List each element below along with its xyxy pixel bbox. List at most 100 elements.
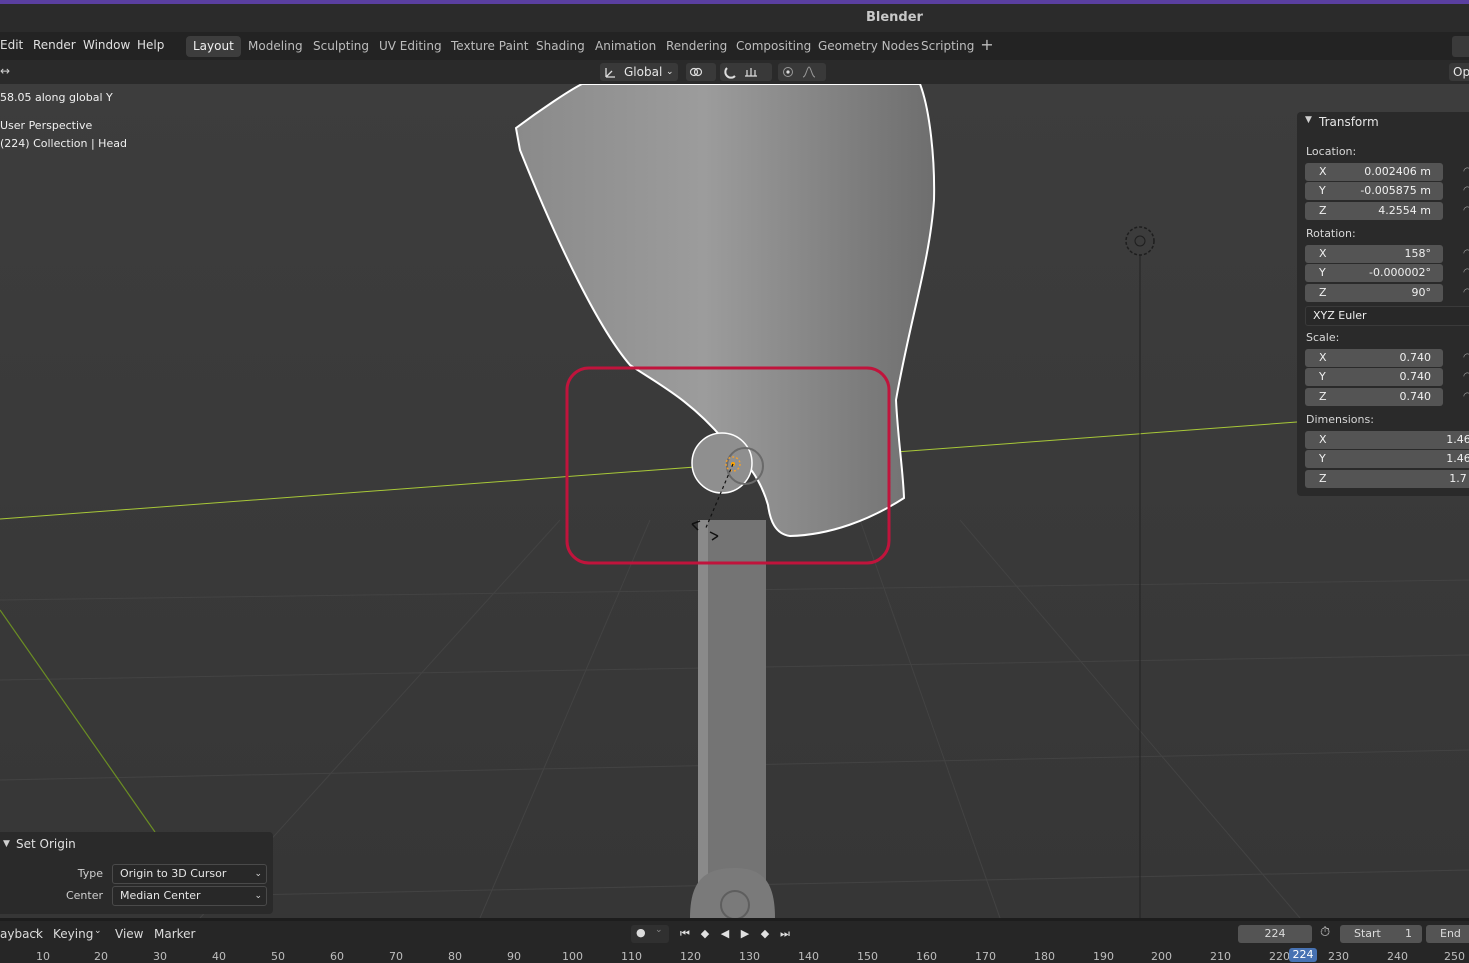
dimensions-y-field[interactable]: Y1.46 m <box>1305 450 1469 468</box>
lock-icon[interactable]: ◠ <box>1463 185 1469 196</box>
options-button[interactable]: Op <box>1449 63 1469 81</box>
end-label: End <box>1440 927 1461 940</box>
type-label: Type <box>77 867 103 880</box>
lock-icon[interactable]: ◠ <box>1463 352 1469 363</box>
chevron-down-icon: ⌄ <box>94 926 102 936</box>
chevron-down-icon: ⌄ <box>33 926 41 936</box>
previous-keyframe-icon[interactable]: ◆ <box>697 926 713 942</box>
play-reverse-icon[interactable]: ◀ <box>717 926 733 942</box>
tab-scripting[interactable]: Scripting <box>914 36 981 57</box>
ruler-tick: 220 <box>1269 950 1290 963</box>
scale-x-value: 0.740 <box>1399 351 1432 364</box>
collapse-triangle-icon[interactable]: ▼ <box>1305 115 1312 125</box>
rotation-x-value: 158° <box>1404 247 1432 260</box>
tab-shading[interactable]: Shading <box>529 36 592 57</box>
lock-icon[interactable]: ◠ <box>1463 248 1469 259</box>
play-icon[interactable]: ▶ <box>737 926 753 942</box>
lock-icon[interactable]: ◠ <box>1463 205 1469 216</box>
lock-icon[interactable]: ◠ <box>1463 166 1469 177</box>
scene-selector-icon[interactable] <box>1452 36 1469 57</box>
center-label: Center <box>65 889 103 902</box>
add-workspace-icon[interactable]: + <box>979 37 995 53</box>
rotation-mode-dropdown[interactable]: XYZ Euler <box>1305 306 1469 326</box>
ruler-tick: 230 <box>1328 950 1349 963</box>
set-origin-title[interactable]: Set Origin <box>16 837 76 851</box>
scale-y-field[interactable]: Y 0.740 <box>1305 368 1443 386</box>
timeline-header: ayback ⌄ Keying ⌄ View Marker ● ⌄ ⏮ ◆ ◀ … <box>0 921 1469 947</box>
location-x-field[interactable]: X 0.002406 m <box>1305 163 1443 181</box>
stopwatch-icon[interactable]: ⏱ <box>1320 925 1330 940</box>
lock-icon[interactable]: ◠ <box>1463 391 1469 402</box>
start-label: Start <box>1354 927 1381 940</box>
snap-dropdown[interactable] <box>720 63 772 81</box>
proportional-edit-icon <box>783 67 793 77</box>
end-frame-field[interactable]: End <box>1426 925 1469 943</box>
rotation-z-field[interactable]: Z 90° <box>1305 284 1443 302</box>
menu-help[interactable]: Help <box>137 38 164 52</box>
tab-uv-editing[interactable]: UV Editing <box>372 36 449 57</box>
jump-to-end-icon[interactable]: ⏭ <box>777 926 793 942</box>
collapse-triangle-icon[interactable]: ▼ <box>3 839 10 849</box>
ruler-tick: 210 <box>1210 950 1231 963</box>
tab-layout[interactable]: Layout <box>186 36 241 57</box>
playhead-indicator[interactable]: 224 <box>1289 948 1317 962</box>
lock-icon[interactable]: ◠ <box>1463 267 1469 278</box>
tab-animation[interactable]: Animation <box>588 36 663 57</box>
tab-sculpting[interactable]: Sculpting <box>306 36 376 57</box>
menu-edit[interactable]: Edit <box>0 38 23 52</box>
ruler-tick: 30 <box>153 950 167 963</box>
tab-geometry-nodes[interactable]: Geometry Nodes <box>811 36 926 57</box>
location-label: Location: <box>1306 145 1357 158</box>
ruler-tick: 10 <box>36 950 50 963</box>
location-y-field[interactable]: Y -0.005875 m <box>1305 182 1443 200</box>
pivot-link-icon <box>689 67 703 77</box>
scale-z-field[interactable]: Z 0.740 <box>1305 388 1443 406</box>
tab-texture-paint[interactable]: Texture Paint <box>444 36 535 57</box>
current-frame-field[interactable]: 224 <box>1238 925 1312 943</box>
start-frame-field[interactable]: Start 1 <box>1340 925 1422 943</box>
center-dropdown[interactable]: Median Center ⌄ <box>112 886 267 906</box>
current-frame-value: 224 <box>1264 927 1286 940</box>
timeline-ruler[interactable]: 10 20 30 40 50 60 70 80 90 100 110 120 1… <box>0 947 1469 963</box>
menu-window[interactable]: Window <box>83 38 130 52</box>
mode-arrow-icon[interactable]: ↔ <box>0 64 10 78</box>
title-bar: Blender <box>0 4 1469 32</box>
type-value: Origin to 3D Cursor <box>120 867 227 880</box>
lock-icon[interactable]: ◠ <box>1463 371 1469 382</box>
pivot-point-dropdown[interactable] <box>686 63 716 81</box>
ruler-tick: 250 <box>1444 950 1465 963</box>
3d-viewport[interactable]: 58.05 along global Y User Perspective (2… <box>0 84 1469 918</box>
tab-compositing[interactable]: Compositing <box>729 36 818 57</box>
snap-magnet-icon <box>724 67 736 79</box>
location-y-value: -0.005875 m <box>1360 184 1431 197</box>
ruler-tick: 240 <box>1387 950 1408 963</box>
rotation-z-value: 90° <box>1411 286 1432 299</box>
transform-orientation-dropdown[interactable]: Global ⌄ <box>600 63 678 81</box>
lock-icon[interactable]: ◠ <box>1463 287 1469 298</box>
falloff-curve-icon <box>802 66 816 78</box>
rotation-x-field[interactable]: X 158° <box>1305 245 1443 263</box>
next-keyframe-icon[interactable]: ◆ <box>757 926 773 942</box>
dimensions-z-field[interactable]: Z1.7 m <box>1305 470 1469 488</box>
tab-modeling[interactable]: Modeling <box>241 36 310 57</box>
view-menu[interactable]: View <box>115 927 143 941</box>
chevron-down-icon: ⌄ <box>666 67 674 77</box>
keying-menu[interactable]: Keying <box>53 927 93 941</box>
tab-rendering[interactable]: Rendering <box>659 36 734 57</box>
dimensions-label: Dimensions: <box>1306 413 1374 426</box>
type-dropdown[interactable]: Origin to 3D Cursor ⌄ <box>112 864 267 884</box>
proportional-edit-dropdown[interactable] <box>778 63 826 81</box>
rotation-y-field[interactable]: Y -0.000002° <box>1305 264 1443 282</box>
jump-to-start-icon[interactable]: ⏮ <box>677 926 693 942</box>
ruler-tick: 70 <box>389 950 403 963</box>
transform-panel-title[interactable]: Transform <box>1319 115 1379 129</box>
scale-x-field[interactable]: X 0.740 <box>1305 349 1443 367</box>
rotation-y-value: -0.000002° <box>1369 266 1431 279</box>
auto-keying-toggle[interactable]: ● ⌄ <box>631 925 669 943</box>
ruler-tick: 80 <box>448 950 462 963</box>
chevron-down-icon: ⌄ <box>254 891 262 901</box>
menu-render[interactable]: Render <box>33 38 76 52</box>
location-z-field[interactable]: Z 4.2554 m <box>1305 202 1443 220</box>
dimensions-x-field[interactable]: X1.46 m <box>1305 431 1469 449</box>
marker-menu[interactable]: Marker <box>154 927 195 941</box>
